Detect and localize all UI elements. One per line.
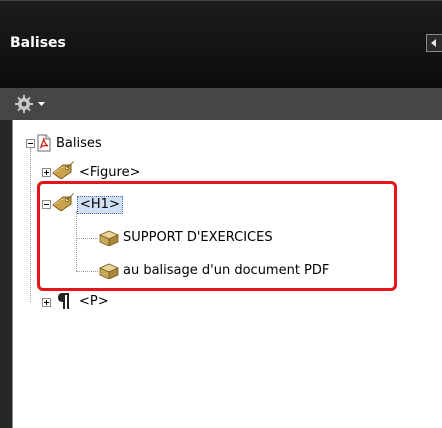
tree-node-p[interactable]: <P> <box>79 294 109 310</box>
tag-icon <box>52 193 74 211</box>
chevron-left-icon <box>431 39 436 47</box>
tree-line <box>76 271 98 272</box>
chevron-down-icon <box>38 102 45 106</box>
tree-node-h1[interactable]: <H1> <box>77 196 123 214</box>
tree-node-content[interactable]: au balisage d'un document PDF <box>123 263 329 279</box>
collapse-root-toggle[interactable] <box>26 139 35 148</box>
tree-line <box>30 148 31 302</box>
panel-header: Balises <box>0 0 442 89</box>
pdf-document-icon <box>37 134 51 152</box>
collapse-panel-button[interactable] <box>426 34 442 52</box>
panel-left-edge <box>0 120 12 428</box>
options-menu-button[interactable] <box>14 94 50 114</box>
expand-figure-toggle[interactable] <box>42 168 51 177</box>
tag-tree: Balises <Figure> <H1> SUPPORT D'EXERCICE… <box>12 120 442 428</box>
tree-root-label[interactable]: Balises <box>56 136 102 152</box>
panel-title: Balises <box>10 35 66 51</box>
tree-node-figure[interactable]: <Figure> <box>79 165 140 181</box>
tree-node-content[interactable]: SUPPORT D'EXERCICES <box>123 230 273 246</box>
paragraph-icon <box>58 293 69 309</box>
gear-icon <box>15 95 33 113</box>
tree-line <box>76 211 77 271</box>
content-box-icon <box>99 263 119 279</box>
toolbar <box>0 88 442 120</box>
tag-icon <box>52 161 74 179</box>
content-box-icon <box>99 230 119 246</box>
tree-line <box>76 238 98 239</box>
collapse-h1-toggle[interactable] <box>42 200 51 209</box>
expand-p-toggle[interactable] <box>42 298 51 307</box>
